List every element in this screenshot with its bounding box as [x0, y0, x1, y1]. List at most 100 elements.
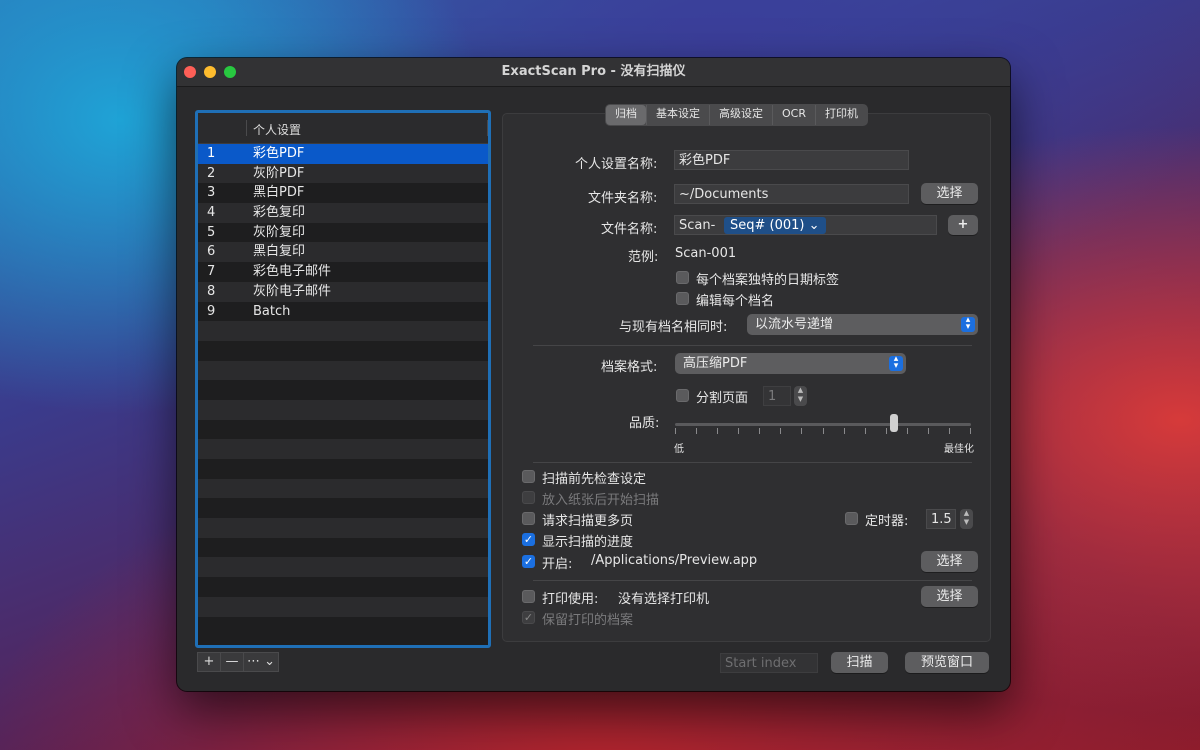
profile-row-name: 灰阶PDF: [253, 165, 305, 181]
format-select[interactable]: 高压缩PDF ▴ ▾: [675, 353, 906, 374]
empty-row: [198, 557, 488, 578]
empty-row: [198, 439, 488, 459]
timer-field[interactable]: 1.5: [926, 509, 956, 529]
profile-row[interactable]: 2 灰阶PDF: [198, 163, 488, 184]
profile-name-label: 个人设置名称:: [575, 157, 658, 172]
split-pages-stepper[interactable]: ▲ ▼: [794, 386, 807, 406]
select-arrows-icon: ▴ ▾: [889, 355, 903, 371]
profile-row-number: 7: [207, 264, 216, 280]
profile-row[interactable]: 7 彩色电子邮件: [198, 262, 488, 282]
folder-name-field[interactable]: ~/Documents: [674, 184, 909, 204]
profile-row-name: Batch: [253, 303, 291, 319]
profile-row[interactable]: 8 灰阶电子邮件: [198, 281, 488, 302]
profile-row-number: 2: [207, 165, 216, 181]
profile-row[interactable]: 1 彩色PDF: [198, 144, 488, 164]
slider-tick: [780, 428, 781, 434]
split-pages-checkbox[interactable]: [676, 389, 689, 402]
profile-row-number: 4: [207, 205, 216, 221]
tab-0[interactable]: 归档: [606, 105, 646, 125]
timer-checkbox[interactable]: [845, 512, 858, 525]
quality-low-label: 低: [674, 444, 684, 455]
slider-tick: [865, 428, 866, 434]
slider-tick: [928, 428, 929, 434]
profile-row-number: 1: [207, 146, 216, 161]
slider-tick: [907, 428, 908, 434]
open-with-checkbox[interactable]: ✓: [522, 555, 535, 568]
add-token-button[interactable]: +: [948, 215, 978, 235]
add-profile-button[interactable]: +: [197, 652, 221, 672]
profile-list[interactable]: 个人设置 1 彩色PDF 2 灰阶PDF 3 黑白PDF 4 彩色复印 5 灰阶复印 6 黑白复印 7 彩…: [195, 110, 491, 648]
maximize-window-button[interactable]: [224, 66, 236, 78]
profile-rows: 1 彩色PDF 2 灰阶PDF 3 黑白PDF 4 彩色复印 5 灰阶复印 6 黑白复印 7 彩色电子邮件…: [198, 144, 488, 637]
start-after-paper-label: 放入纸张后开始扫描: [542, 493, 660, 508]
select-arrows-icon: ▴ ▾: [961, 316, 975, 332]
tab-1[interactable]: 基本设定: [646, 105, 709, 125]
window-title: ExactScan Pro - 没有扫描仪: [501, 64, 686, 79]
minimize-window-button[interactable]: [204, 66, 216, 78]
column-header-profile[interactable]: 个人设置: [253, 121, 301, 138]
folder-choose-button[interactable]: 选择: [921, 183, 978, 204]
print-with-checkbox[interactable]: [522, 590, 535, 603]
print-with-label: 打印使用:: [542, 592, 599, 607]
edit-each-name-checkbox[interactable]: [676, 292, 689, 305]
edit-each-name-label: 编辑每个档名: [696, 294, 775, 309]
folder-name-label: 文件夹名称:: [588, 191, 658, 206]
profile-row-name: 灰阶复印: [253, 224, 306, 240]
unique-date-label: 每个档案独特的日期标签: [696, 273, 840, 288]
slider-tick: [696, 428, 697, 434]
request-more-pages-checkbox[interactable]: [522, 512, 535, 525]
empty-row: [198, 360, 488, 381]
profile-row[interactable]: 5 灰阶复印: [198, 222, 488, 243]
slider-tick: [675, 428, 676, 434]
profile-row[interactable]: 9 Batch: [198, 301, 488, 322]
start-index-input[interactable]: Start index: [720, 653, 818, 673]
quality-slider-thumb[interactable]: [890, 414, 898, 432]
timer-label: 定时器:: [865, 514, 909, 529]
scan-button[interactable]: 扫描: [831, 652, 888, 673]
quality-slider[interactable]: [675, 423, 971, 426]
check-before-scan-label: 扫描前先检查设定: [542, 472, 647, 487]
profile-name-field[interactable]: 彩色PDF: [674, 150, 909, 170]
example-label: 范例:: [628, 250, 659, 265]
request-more-pages-label: 请求扫描更多页: [542, 514, 634, 529]
check-before-scan-checkbox[interactable]: [522, 470, 535, 483]
file-name-prefix: Scan-: [679, 218, 716, 233]
slider-tick: [738, 428, 739, 434]
open-with-label: 开启:: [542, 557, 573, 572]
profile-row-number: 3: [207, 185, 216, 201]
remove-profile-button[interactable]: —: [220, 652, 244, 672]
empty-row: [198, 498, 488, 519]
tab-4[interactable]: 打印机: [814, 105, 867, 125]
close-window-button[interactable]: [184, 66, 196, 78]
profile-row[interactable]: 4 彩色复印: [198, 203, 488, 223]
more-actions-button[interactable]: ⋯ ⌄: [243, 652, 279, 672]
list-toolbar: + — ⋯ ⌄: [197, 652, 279, 672]
conflict-select[interactable]: 以流水号递增 ▴ ▾: [747, 314, 978, 335]
tab-2[interactable]: 高级设定: [709, 105, 772, 125]
printer-choose-button[interactable]: 选择: [921, 586, 978, 607]
keep-printed-label: 保留打印的档案: [542, 613, 634, 628]
empty-row: [198, 596, 488, 617]
tab-bar: 归档 基本设定 高级设定 OCR 打印机: [605, 104, 868, 126]
slider-tick: [759, 428, 760, 434]
conflict-select-value: 以流水号递增: [755, 317, 834, 332]
preview-window-button[interactable]: 预览窗口: [905, 652, 989, 673]
divider: [533, 345, 972, 346]
start-after-paper-checkbox[interactable]: [522, 491, 535, 504]
profile-row[interactable]: 6 黑白复印: [198, 242, 488, 263]
timer-stepper[interactable]: ▲ ▼: [960, 509, 973, 529]
keep-printed-checkbox[interactable]: ✓: [522, 611, 535, 624]
empty-row: [198, 537, 488, 558]
sequence-token[interactable]: Seq# (001) ⌄: [724, 217, 826, 234]
empty-row: [198, 419, 488, 440]
unique-date-checkbox[interactable]: [676, 271, 689, 284]
example-value: Scan-001: [675, 246, 737, 261]
split-pages-field[interactable]: 1: [763, 386, 791, 406]
split-pages-label: 分割页面: [696, 391, 749, 406]
open-with-choose-button[interactable]: 选择: [921, 551, 978, 572]
profile-row-name: 黑白PDF: [253, 185, 305, 201]
profile-row[interactable]: 3 黑白PDF: [198, 183, 488, 204]
show-progress-checkbox[interactable]: ✓: [522, 533, 535, 546]
tab-3[interactable]: OCR: [772, 105, 815, 125]
slider-tick: [717, 428, 718, 434]
